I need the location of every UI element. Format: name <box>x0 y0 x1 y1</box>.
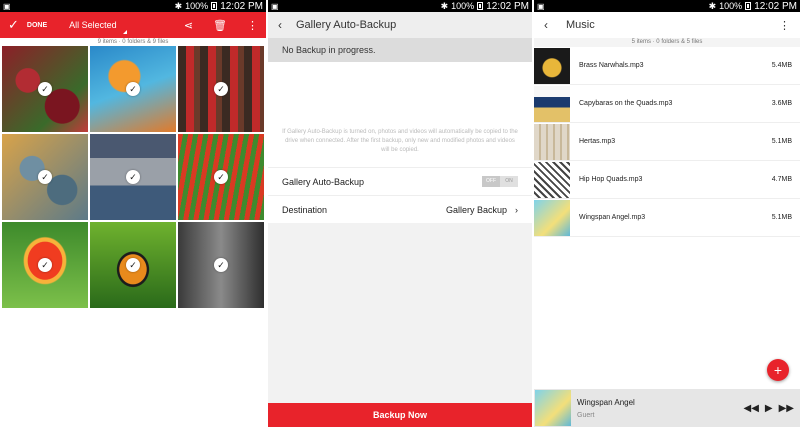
back-icon[interactable]: ‹ <box>278 18 282 32</box>
toggle-on-label: ON <box>505 178 513 184</box>
clock: 12:02 PM <box>486 0 529 12</box>
bluetooth-icon: ✱ <box>174 0 183 11</box>
album-art <box>534 199 570 236</box>
signal-text: 100% <box>451 1 475 11</box>
backup-now-button[interactable]: Backup Now <box>268 403 532 427</box>
now-playing-title: Wingspan Angel <box>577 397 635 407</box>
photo-old-room[interactable]: ✓ <box>178 222 264 308</box>
song-size: 3.6MB <box>771 100 792 107</box>
photo-guitars[interactable]: ✓ <box>178 46 264 132</box>
backup-screen: ▣ ✱ 100% 12:02 PM ‹ Gallery Auto-Backup … <box>268 0 532 427</box>
status-bar: ▣ ✱ 100% 12:02 PM <box>268 0 532 12</box>
photo-tulip-field[interactable]: ✓ <box>178 134 264 220</box>
photo-grid: ✓ ✓ ✓ ✓ ✓ ✓ ✓ ✓ ✓ <box>0 46 266 308</box>
notification-icon: ▣ <box>537 1 545 11</box>
album-art <box>534 123 570 160</box>
bluetooth-icon: ✱ <box>708 0 717 11</box>
now-playing-art <box>535 390 571 426</box>
selected-check-icon[interactable]: ✓ <box>214 258 228 272</box>
backup-description: If Gallery Auto-Backup is turned on, pho… <box>268 62 532 167</box>
song-title: Brass Narwhals.mp3 <box>579 62 644 69</box>
song-title: Wingspan Angel.mp3 <box>579 214 646 221</box>
notification-icon: ▣ <box>3 1 11 11</box>
photo-red-tulip[interactable]: ✓ <box>2 222 88 308</box>
toggle-off-label: OFF <box>482 176 500 187</box>
now-playing-artist: Guert <box>577 411 595 419</box>
album-art <box>534 47 570 84</box>
selected-check-icon[interactable]: ✓ <box>214 170 228 184</box>
selection-toolbar: ✓ DONE All Selected ⋖ 🗑 ⋮ <box>0 12 266 38</box>
previous-icon[interactable]: ◀◀ <box>744 403 759 414</box>
song-title: Hip Hop Quads.mp3 <box>579 176 643 183</box>
status-bar: ▣ ✱ 100% 12:02 PM <box>534 0 800 12</box>
selected-check-icon[interactable]: ✓ <box>126 170 140 184</box>
play-icon[interactable]: ▶ <box>765 403 773 414</box>
photo-palace[interactable]: ✓ <box>90 134 176 220</box>
next-icon[interactable]: ▶▶ <box>779 403 794 414</box>
chevron-right-icon: › <box>515 204 518 215</box>
status-bar: ▣ ✱ 100% 12:02 PM <box>0 0 266 12</box>
add-button[interactable]: + <box>767 359 789 381</box>
signal-text: 100% <box>719 1 743 11</box>
song-title: Hertas.mp3 <box>579 138 616 145</box>
album-art <box>534 85 570 122</box>
gallery-screen: ▣ ✱ 100% 12:02 PM ✓ DONE All Selected ⋖ … <box>0 0 266 427</box>
photo-succulents[interactable]: ✓ <box>2 134 88 220</box>
photo-butterfly[interactable]: ✓ <box>90 222 176 308</box>
done-check-icon[interactable]: ✓ <box>8 17 19 33</box>
selection-dropdown[interactable]: All Selected <box>69 20 127 34</box>
clock: 12:02 PM <box>220 0 263 12</box>
more-icon[interactable]: ⋮ <box>779 19 790 32</box>
auto-backup-row[interactable]: Gallery Auto-Backup OFF ON <box>268 167 532 195</box>
selected-check-icon[interactable]: ✓ <box>38 82 52 96</box>
song-size: 5.4MB <box>771 62 792 69</box>
mini-player[interactable]: Wingspan Angel Guert ◀◀ ▶ ▶▶ <box>534 389 800 427</box>
song-size: 4.7MB <box>771 176 792 183</box>
bluetooth-icon: ✱ <box>440 0 449 11</box>
destination-row[interactable]: Destination Gallery Backup › <box>268 195 532 223</box>
more-icon[interactable]: ⋮ <box>247 19 258 32</box>
photo-jellyfish[interactable]: ✓ <box>90 46 176 132</box>
backup-status: No Backup in progress. <box>268 38 532 62</box>
auto-backup-toggle[interactable]: OFF ON <box>482 176 518 187</box>
selected-check-icon[interactable]: ✓ <box>38 258 52 272</box>
song-size: 5.1MB <box>771 214 792 221</box>
list-item[interactable]: Wingspan Angel.mp3 5.1MB <box>534 199 800 237</box>
selected-check-icon[interactable]: ✓ <box>38 170 52 184</box>
list-item[interactable]: Hip Hop Quads.mp3 4.7MB <box>534 161 800 199</box>
selected-check-icon[interactable]: ✓ <box>214 82 228 96</box>
destination-label: Destination <box>282 204 328 215</box>
selected-check-icon[interactable]: ✓ <box>126 258 140 272</box>
destination-value: Gallery Backup <box>445 204 507 215</box>
page-title: Gallery Auto-Backup <box>296 19 397 31</box>
list-item[interactable]: Hertas.mp3 5.1MB <box>534 123 800 161</box>
signal-text: 100% <box>185 1 209 11</box>
notification-icon: ▣ <box>271 1 279 11</box>
backup-toolbar: ‹ Gallery Auto-Backup <box>268 12 532 38</box>
page-title: Music <box>566 19 595 31</box>
auto-backup-label: Gallery Auto-Backup <box>282 176 365 187</box>
battery-icon <box>211 2 218 10</box>
share-icon[interactable]: ⋖ <box>184 19 193 32</box>
list-item[interactable]: Brass Narwhals.mp3 5.4MB <box>534 47 800 85</box>
gallery-info: 9 items · 0 folders & 9 files <box>97 39 169 45</box>
song-title: Capybaras on the Quads.mp3 <box>579 100 673 107</box>
song-size: 5.1MB <box>771 138 792 145</box>
list-item[interactable]: Capybaras on the Quads.mp3 3.6MB <box>534 85 800 123</box>
album-art <box>534 161 570 198</box>
selected-check-icon[interactable]: ✓ <box>126 82 140 96</box>
battery-icon <box>477 2 484 10</box>
back-icon[interactable]: ‹ <box>544 18 548 32</box>
music-info: 5 items · 0 folders & 5 files <box>534 38 800 47</box>
music-toolbar: ‹ Music ⋮ <box>534 12 800 38</box>
done-button[interactable]: DONE <box>27 22 47 29</box>
delete-icon[interactable]: 🗑 <box>213 19 227 32</box>
clock: 12:02 PM <box>754 0 797 12</box>
battery-icon <box>745 2 752 10</box>
music-screen: ▣ ✱ 100% 12:02 PM ‹ Music ⋮ 5 items · 0 … <box>534 0 800 427</box>
photo-roses[interactable]: ✓ <box>2 46 88 132</box>
